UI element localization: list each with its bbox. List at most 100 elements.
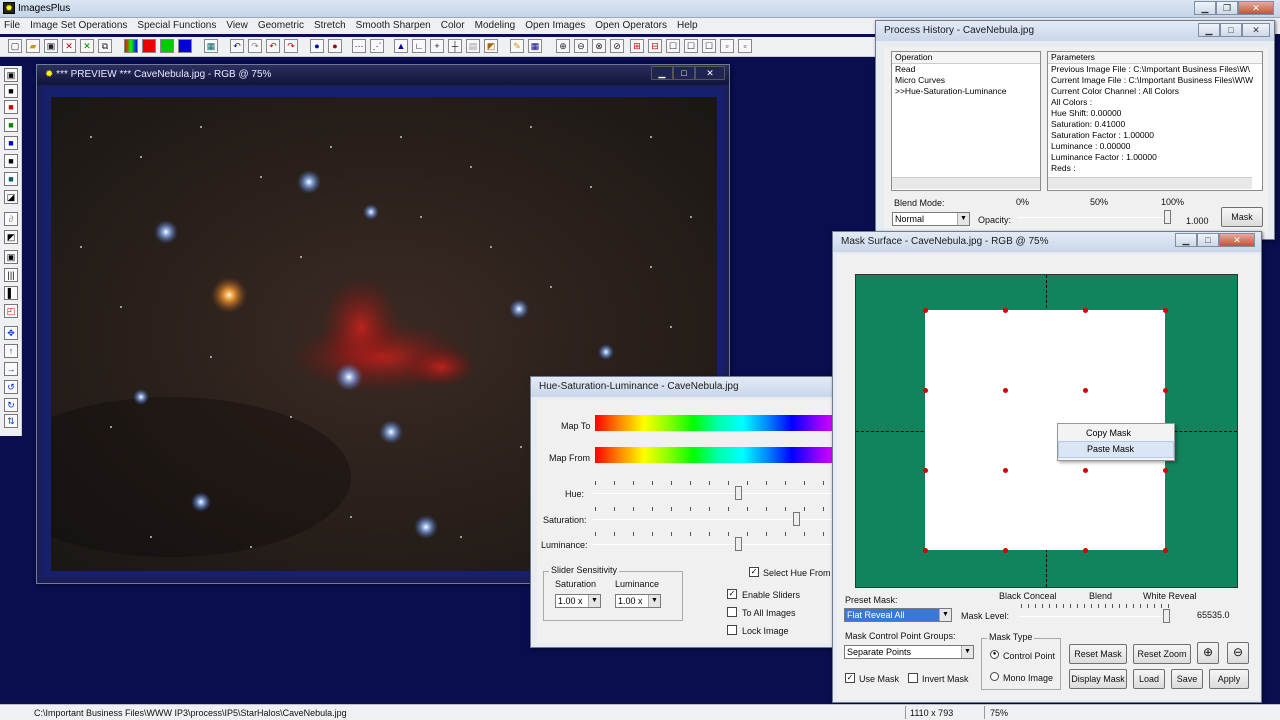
frame-3-icon[interactable]: ☐: [702, 39, 716, 53]
menu-stretch[interactable]: Stretch: [310, 18, 352, 31]
control-point[interactable]: [1083, 388, 1088, 393]
control-point-radio[interactable]: ●: [990, 650, 999, 659]
frame-4-icon[interactable]: ▫: [720, 39, 734, 53]
menu-help[interactable]: Help: [673, 18, 704, 31]
tree-icon[interactable]: ⋰: [370, 39, 384, 53]
reset-zoom-button[interactable]: Reset Zoom: [1133, 644, 1191, 664]
control-point[interactable]: [923, 548, 928, 553]
map-from-spectrum[interactable]: [595, 447, 841, 463]
rotate-left-icon[interactable]: ↺: [4, 380, 18, 394]
matrix-icon[interactable]: ▦: [528, 39, 542, 53]
up-arrow-icon[interactable]: ↑: [4, 344, 18, 358]
operation-item[interactable]: >>Hue-Saturation-Luminance: [892, 86, 1040, 97]
menu-smooth-sharpen[interactable]: Smooth Sharpen: [352, 18, 437, 31]
load-button[interactable]: Load: [1133, 669, 1165, 689]
shadow-icon[interactable]: ◪: [4, 190, 18, 204]
operation-item[interactable]: Micro Curves: [892, 75, 1040, 86]
crosshair-icon[interactable]: +: [430, 39, 444, 53]
luminance-slider-track[interactable]: [593, 544, 839, 545]
save-icon[interactable]: ▣: [4, 68, 18, 82]
control-point[interactable]: [1163, 468, 1168, 473]
saturation-slider-track[interactable]: [593, 519, 839, 520]
luminance-icon[interactable]: ■: [4, 154, 18, 168]
enable-sliders-checkbox[interactable]: ✓: [727, 589, 737, 599]
levels-icon[interactable]: |||: [4, 268, 18, 282]
red-channel-icon[interactable]: [142, 39, 156, 53]
control-point[interactable]: [1003, 388, 1008, 393]
frame-5-icon[interactable]: ▫: [738, 39, 752, 53]
right-arrow-icon[interactable]: →: [4, 362, 18, 376]
plus-icon[interactable]: ┼: [448, 39, 462, 53]
luminance-sensitivity-select[interactable]: 1.00 x ▼: [615, 594, 661, 608]
reset-mask-button[interactable]: Reset Mask: [1069, 644, 1127, 664]
control-point[interactable]: [1163, 308, 1168, 313]
frame-1-icon[interactable]: ☐: [666, 39, 680, 53]
crop-icon[interactable]: ◰: [4, 304, 18, 318]
control-point[interactable]: [1083, 468, 1088, 473]
dots-icon[interactable]: ⋯: [352, 39, 366, 53]
minimize-icon[interactable]: ▁: [651, 66, 673, 80]
green-square-icon[interactable]: ■: [4, 118, 18, 132]
blue-channel-icon[interactable]: [178, 39, 192, 53]
control-point-groups-select[interactable]: Separate Points ▼: [844, 645, 974, 659]
gradient-icon[interactable]: ◩: [4, 230, 18, 244]
mask-surface-canvas[interactable]: [855, 274, 1238, 588]
blue-square-icon[interactable]: ■: [4, 136, 18, 150]
display-mask-button[interactable]: Display Mask: [1069, 669, 1127, 689]
control-point[interactable]: [1003, 548, 1008, 553]
open-folder-icon[interactable]: ▰: [26, 39, 40, 53]
undo-icon[interactable]: ↶: [230, 39, 244, 53]
control-point[interactable]: [923, 388, 928, 393]
close-icon[interactable]: ✕: [1242, 23, 1270, 37]
close-all-icon[interactable]: ✕: [80, 39, 94, 53]
red-square-icon[interactable]: ■: [4, 100, 18, 114]
zoom-out-icon[interactable]: ⊖: [1227, 642, 1249, 664]
axes-icon[interactable]: ∟: [412, 39, 426, 53]
menu-color[interactable]: Color: [437, 18, 471, 31]
maximize-icon[interactable]: □: [1220, 23, 1242, 37]
menu-image-set-operations[interactable]: Image Set Operations: [26, 18, 133, 31]
close-icon[interactable]: ✕: [695, 66, 725, 80]
zoom-out-icon[interactable]: ⊖: [574, 39, 588, 53]
save-icon[interactable]: ▣: [44, 39, 58, 53]
blank-grid-icon[interactable]: ▤: [466, 39, 480, 53]
mask-level-slider-thumb[interactable]: [1163, 609, 1170, 623]
move-icon[interactable]: ✥: [4, 326, 18, 340]
flip-icon[interactable]: ⇅: [4, 414, 18, 428]
pencil-icon[interactable]: ✎: [510, 39, 524, 53]
maximize-icon[interactable]: □: [1197, 233, 1219, 247]
remove-window-icon[interactable]: ⊟: [648, 39, 662, 53]
channel-icon[interactable]: ■: [4, 172, 18, 186]
map-to-spectrum[interactable]: [595, 415, 841, 431]
to-all-images-checkbox[interactable]: [727, 607, 737, 617]
blend-mode-select[interactable]: Normal ▼: [892, 212, 970, 226]
frame-2-icon[interactable]: ☐: [684, 39, 698, 53]
invert-mask-checkbox[interactable]: [908, 673, 918, 683]
mono-image-radio[interactable]: [990, 672, 999, 681]
menu-special-functions[interactable]: Special Functions: [133, 18, 222, 31]
parameter-list[interactable]: Parameters Previous Image File : C:\Impo…: [1047, 51, 1263, 191]
redo-all-icon[interactable]: ↷: [284, 39, 298, 53]
hue-slider-thumb[interactable]: [735, 486, 742, 500]
histogram-icon[interactable]: ▲: [394, 39, 408, 53]
lasso-icon[interactable]: ∂: [4, 212, 18, 226]
opacity-slider-thumb[interactable]: [1164, 210, 1171, 224]
star-select-icon[interactable]: ●: [328, 39, 342, 53]
zoom-fit-icon[interactable]: ⊗: [592, 39, 606, 53]
menu-open-images[interactable]: Open Images: [521, 18, 591, 31]
select-point-icon[interactable]: ●: [310, 39, 324, 53]
color-picker-icon[interactable]: ◩: [484, 39, 498, 53]
green-channel-icon[interactable]: [160, 39, 174, 53]
mask-button[interactable]: Mask: [1221, 207, 1263, 227]
rgb-channels-icon[interactable]: [124, 39, 138, 53]
parameter-hscrollbar[interactable]: [1048, 177, 1252, 189]
apply-button[interactable]: Apply: [1209, 669, 1249, 689]
paste-mask-menu-item[interactable]: Paste Mask: [1058, 441, 1174, 458]
control-point[interactable]: [923, 468, 928, 473]
menu-file[interactable]: File: [0, 18, 26, 31]
zoom-in-icon[interactable]: ⊕: [1197, 642, 1219, 664]
maximize-icon[interactable]: □: [673, 66, 695, 80]
opacity-slider-track[interactable]: [1018, 217, 1170, 218]
operation-hscrollbar[interactable]: [892, 177, 1040, 189]
black-bar-icon[interactable]: ▌: [4, 286, 18, 300]
